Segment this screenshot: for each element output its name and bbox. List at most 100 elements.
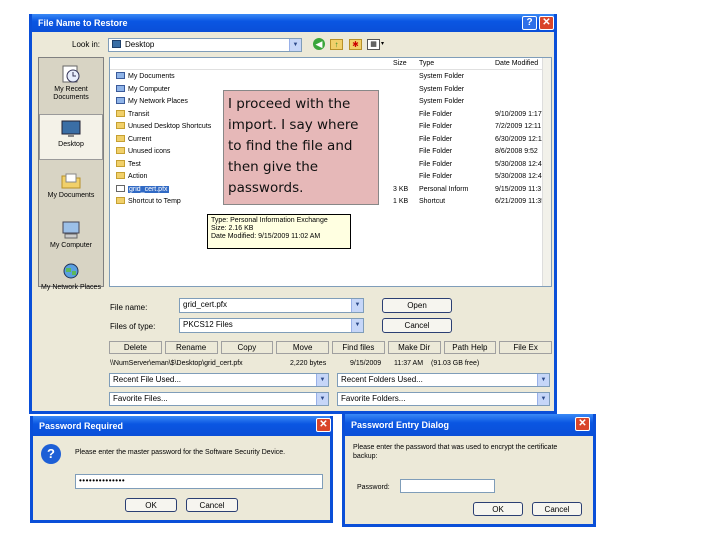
recent-files-label: Recent File Used... [113,375,182,384]
list-item[interactable]: Current [116,134,151,145]
status-size: 2,220 bytes [290,360,327,367]
view-menu-icon[interactable]: ▦ [367,39,380,50]
chevron-down-icon[interactable]: ▼ [316,393,328,405]
folder-icon [116,147,125,154]
ok-button[interactable]: OK [125,498,177,512]
cancel-button[interactable]: Cancel [382,318,452,333]
column-header-modified[interactable]: Date Modified [495,58,538,69]
favorite-folders-select[interactable]: Favorite Folders... ▼ [337,392,550,406]
list-item[interactable]: Action [116,172,147,182]
file-modified: 7/2/2009 12:11 [495,123,542,130]
status-time: 11:37 AM [394,360,424,367]
file-name: Unused Desktop Shortcuts [128,123,212,130]
chevron-down-icon[interactable]: ▼ [537,374,549,386]
ok-button[interactable]: OK [473,502,523,516]
recent-files-select[interactable]: Recent File Used... ▼ [109,373,329,387]
column-header-type[interactable]: Type [419,58,434,69]
help-button[interactable]: ? [522,16,537,30]
chevron-down-icon[interactable]: ▼ [537,393,549,405]
place-my-network-places[interactable]: My Network Places [39,262,103,292]
list-item[interactable]: Shortcut to Temp [116,197,181,207]
toolbar-button[interactable]: Delete [109,341,162,354]
chevron-down-icon[interactable]: ▼ [351,319,363,332]
chevron-down-icon[interactable]: ▼ [351,299,363,312]
file-name-input[interactable]: grid_cert.pfx ▼ [179,298,364,313]
list-item[interactable]: Unused icons [116,147,170,157]
file-modified: 9/15/2009 11:3 [495,185,542,193]
new-folder-icon[interactable]: ✱ [349,39,362,50]
network-places-icon [63,263,79,279]
list-item[interactable]: Test [116,159,141,170]
file-name: Action [128,173,148,180]
file-type: Shortcut [419,198,446,205]
password-required-dialog: Password Required ✕ ? Please enter the m… [30,416,333,523]
cancel-button[interactable]: Cancel [186,498,238,512]
close-button[interactable]: ✕ [575,417,590,431]
file-restore-dialog: File Name to Restore ? ✕ Look in: Deskto… [29,14,557,414]
place-my-documents[interactable]: My Documents [39,170,103,200]
password-entry-message: Please enter the password that was used … [353,444,558,460]
toolbar-button[interactable]: Copy [220,341,274,354]
place-my-recent-documents[interactable]: My Recent Documents [39,64,103,102]
file-modified: 8/6/2008 9:52 [495,148,538,155]
folder-icon [116,172,125,179]
list-item[interactable]: Unused Desktop Shortcuts [116,122,211,132]
file-type: File Folder [419,160,453,168]
toolbar-button[interactable]: Move [276,341,329,354]
list-item[interactable]: grid_cert.pfx [116,184,169,195]
recent-folders-select[interactable]: Recent Folders Used... ▼ [337,373,550,387]
recent-folders-label: Recent Folders Used... [341,375,423,384]
cancel-button[interactable]: Cancel [532,502,582,516]
favorite-files-select[interactable]: Favorite Files... ▼ [109,392,329,406]
list-item[interactable]: Transit [116,109,150,120]
place-my-computer[interactable]: My Computer [39,220,103,250]
close-button[interactable]: ✕ [539,16,554,30]
file-name: Shortcut to Temp [128,198,181,205]
instruction-callout: I proceed with the import. I say where t… [223,90,379,205]
toolbar-button[interactable]: Rename [164,341,218,354]
file-type: Personal Inform [419,185,469,193]
file-restore-titlebar[interactable]: File Name to Restore ? ✕ [32,14,554,32]
look-in-select[interactable]: Desktop ▼ [108,38,302,52]
chevron-down-icon[interactable]: ▼ [316,374,328,386]
chevron-down-icon[interactable]: ▼ [289,39,301,51]
list-item[interactable]: My Computer [116,84,170,95]
folder-icon [116,134,125,142]
view-menu-arrow-icon[interactable]: ▾ [381,39,384,50]
toolbar-button[interactable]: File Ex [499,341,552,354]
file-name: grid_cert.pfx [128,185,169,193]
toolbar-button[interactable]: Find files [332,341,385,354]
password-entry-title: Password Entry Dialog [351,420,450,430]
close-button[interactable]: ✕ [316,418,331,432]
folder-icon [116,109,125,117]
password-entry-titlebar[interactable]: Password Entry Dialog ✕ [345,414,593,436]
look-in-value: Desktop [125,40,155,49]
file-name: Test [128,160,141,168]
column-header-divider [110,69,551,70]
file-type: File Folder [419,173,453,180]
file-name: My Network Places [128,98,188,105]
file-name: Transit [128,110,150,118]
folder-icon [116,159,125,167]
file-type: File Folder [419,148,453,155]
backup-password-input[interactable] [400,479,495,493]
open-button[interactable]: Open [382,298,452,313]
file-modified: 5/30/2008 12:4 [495,160,542,168]
files-of-type-select[interactable]: PKCS12 Files ▼ [179,318,364,333]
password-required-titlebar[interactable]: Password Required ✕ [33,416,331,436]
tooltip-size: Size: 2.16 KB [211,225,254,232]
place-desktop[interactable]: Desktop [39,114,103,160]
favorite-files-label: Favorite Files... [113,394,168,403]
file-restore-title: File Name to Restore [38,18,128,28]
file-size: 3 KB [393,185,409,193]
back-icon[interactable]: ◀ [313,38,325,50]
master-password-input[interactable]: •••••••••••••• [75,474,323,489]
files-of-type-label: Files of type: [110,322,156,331]
list-item[interactable]: My Network Places [116,97,188,107]
toolbar-button[interactable]: Path Help [443,341,497,354]
up-folder-icon[interactable]: ↑ [330,39,343,50]
vertical-scrollbar[interactable] [542,58,551,286]
list-item[interactable]: My Documents [116,72,175,82]
column-header-size[interactable]: Size [393,58,407,69]
toolbar-button[interactable]: Make Dir [387,341,441,354]
